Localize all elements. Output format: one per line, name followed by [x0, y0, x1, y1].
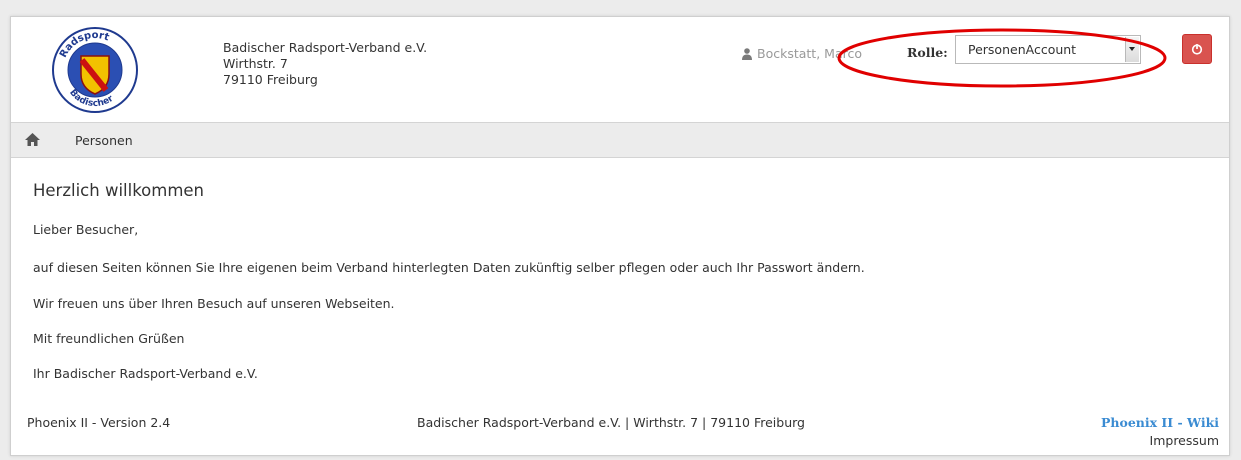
footer-address: Badischer Radsport-Verband e.V. | Wirths…	[417, 415, 805, 430]
current-user[interactable]: Bockstatt, Marco	[742, 46, 862, 61]
nav-item-personen[interactable]: Personen	[75, 133, 133, 148]
footer-wiki-link[interactable]: Phoenix II - Wiki	[1101, 415, 1219, 430]
org-street: Wirthstr. 7	[223, 56, 288, 71]
page-title: Herzlich willkommen	[33, 181, 205, 200]
page-frame: Radsport Badischer Badischer Radsport-Ve…	[10, 16, 1230, 456]
home-icon[interactable]	[25, 133, 40, 146]
welcome-paragraph: Mit freundlichen Grüßen	[33, 331, 185, 346]
role-select-value: PersonenAccount	[968, 42, 1077, 57]
welcome-paragraph: Wir freuen uns über Ihren Besuch auf uns…	[33, 296, 395, 311]
federation-logo: Radsport Badischer	[52, 27, 138, 113]
user-name: Bockstatt, Marco	[757, 46, 862, 61]
welcome-paragraph: Ihr Badischer Radsport-Verband e.V.	[33, 366, 258, 381]
role-select[interactable]: PersonenAccount	[955, 35, 1141, 64]
role-label: Rolle:	[907, 45, 948, 60]
footer-version: Phoenix II - Version 2.4	[27, 415, 171, 430]
welcome-paragraph: Lieber Besucher,	[33, 222, 139, 237]
power-icon	[1191, 44, 1203, 55]
user-icon	[742, 47, 752, 60]
logout-button[interactable]	[1182, 34, 1212, 64]
welcome-paragraph: auf diesen Seiten können Sie Ihre eigene…	[33, 260, 865, 275]
header: Radsport Badischer Badischer Radsport-Ve…	[11, 17, 1229, 121]
org-name: Badischer Radsport-Verband e.V.	[223, 40, 428, 55]
caret-down-icon[interactable]	[1125, 37, 1139, 62]
nav-bar: Personen	[11, 122, 1229, 158]
org-city: 79110 Freiburg	[223, 72, 318, 87]
footer-impressum-link[interactable]: Impressum	[1150, 433, 1219, 448]
org-address: Badischer Radsport-Verband e.V. Wirthstr…	[223, 40, 427, 88]
